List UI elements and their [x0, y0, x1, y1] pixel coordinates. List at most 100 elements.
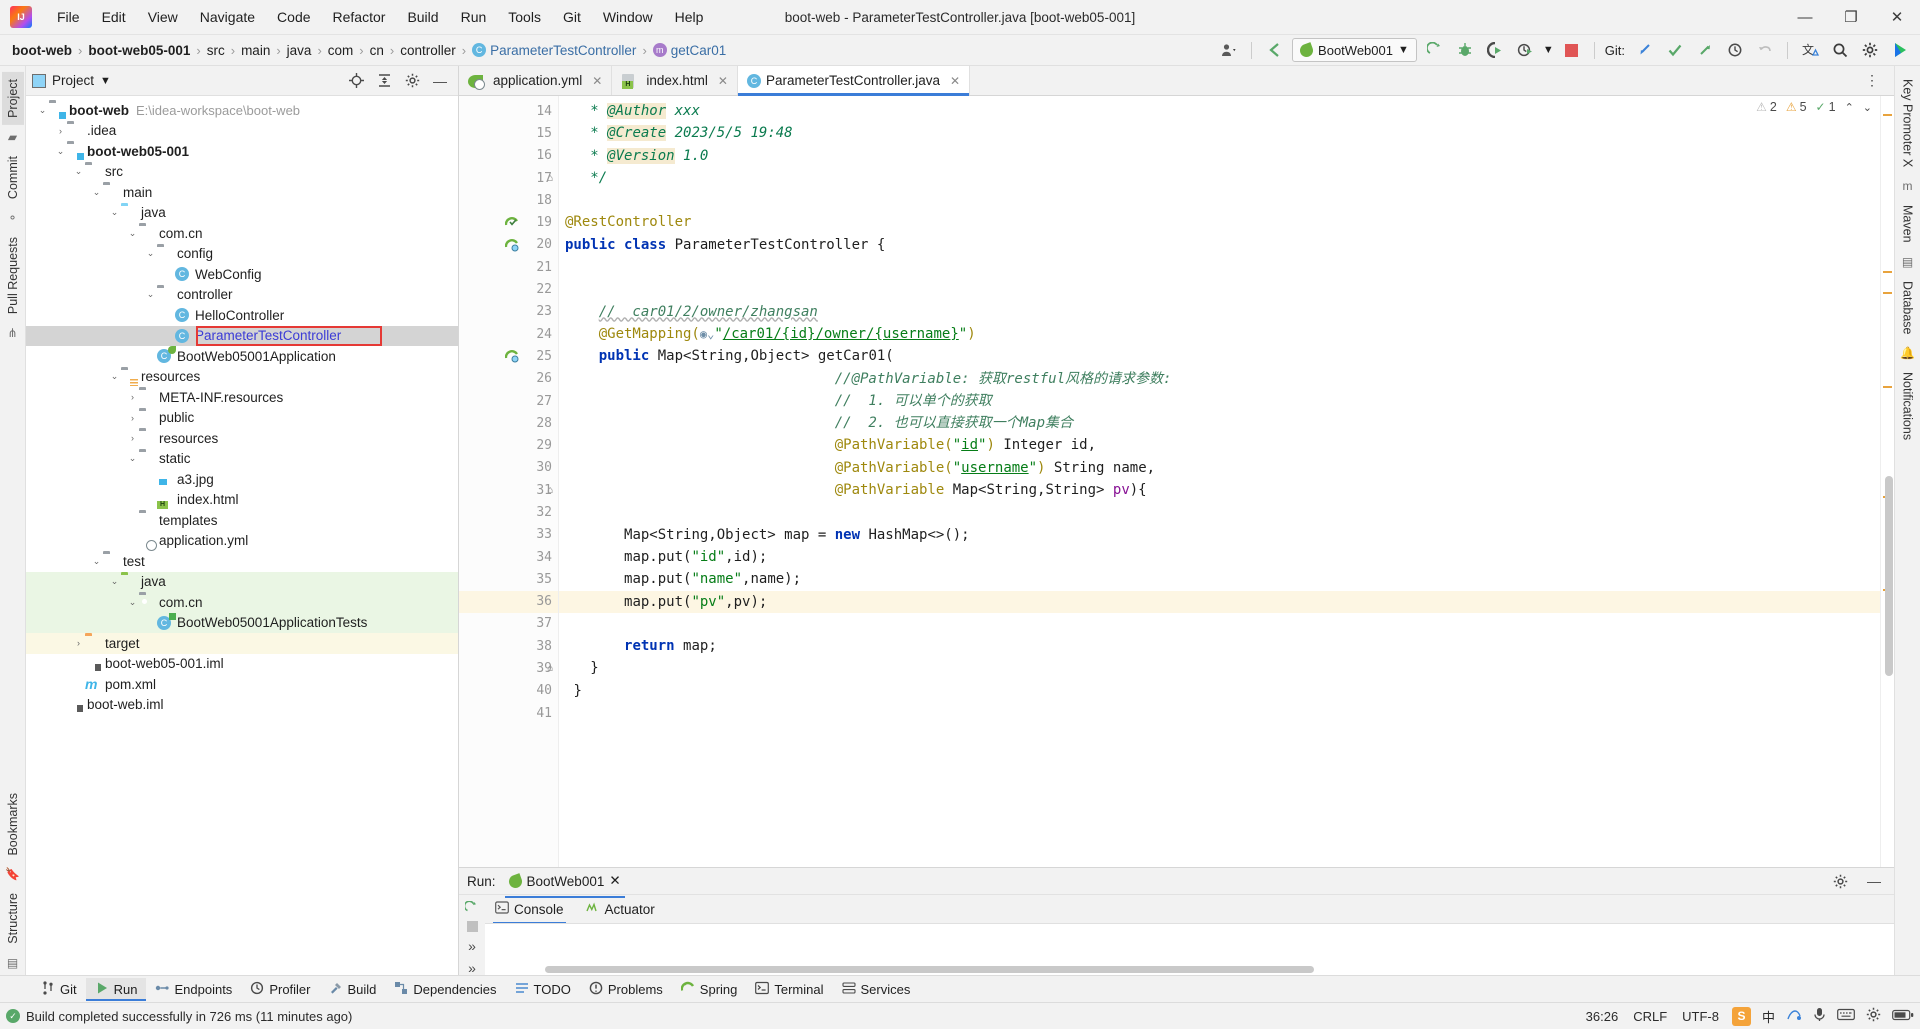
tree-node[interactable]: a3.jpg — [26, 469, 458, 490]
sidebar-item-pull-requests[interactable]: Pull Requests — [2, 230, 24, 321]
sidebar-item-key-promoter-x[interactable]: Key Promoter X — [1897, 72, 1919, 174]
run-config-tab[interactable]: BootWeb001 ✕ — [504, 870, 625, 898]
chevron-down-icon[interactable]: ▼ — [100, 75, 111, 87]
gutter-line[interactable]: 26 — [459, 368, 558, 390]
gutter-line[interactable]: 20 — [459, 234, 558, 256]
sidebar-item-project[interactable]: Project — [1, 72, 24, 125]
code-line[interactable]: * @Author xxx — [559, 100, 1880, 122]
tree-node[interactable]: › resources — [26, 428, 458, 449]
bottom-tool-window-bar[interactable]: Git Run Endpoints Profiler Build Dependencies… — [0, 975, 1920, 1002]
breadcrumb-boot-web[interactable]: boot-web — [8, 41, 76, 60]
tree-expand-arrow[interactable]: ⌄ — [108, 371, 121, 382]
code-line[interactable] — [559, 278, 1880, 300]
console-horizontal-scrollbar[interactable] — [545, 966, 1314, 973]
menu-edit[interactable]: Edit — [91, 5, 137, 29]
translate-icon[interactable]: 文 — [1798, 38, 1822, 62]
code-line[interactable]: // car01/2/owner/zhangsan — [559, 301, 1880, 323]
tree-node[interactable]: C BootWeb05001ApplicationTests — [26, 612, 458, 633]
tab-console[interactable]: Console — [493, 898, 566, 924]
close-icon[interactable]: ✕ — [950, 74, 960, 88]
bottom-tab-dependencies[interactable]: Dependencies — [385, 978, 505, 1001]
expand-icon[interactable]: » — [460, 938, 484, 954]
code-line[interactable]: @PathVariable("username") String name, — [559, 457, 1880, 479]
menu-build[interactable]: Build — [396, 5, 449, 29]
breadcrumb[interactable]: boot-web › boot-web05-001 › src › main ›… — [8, 41, 730, 60]
tree-node[interactable]: C WebConfig — [26, 264, 458, 285]
tree-expand-arrow[interactable]: › — [72, 638, 85, 648]
editor-code-content[interactable]: * @Author xxx * @Create 2023/5/5 19:48 *… — [559, 96, 1880, 867]
gutter-line[interactable]: 35 — [459, 568, 558, 590]
tree-expand-arrow[interactable]: ⌄ — [54, 146, 67, 157]
chevron-down-icon[interactable]: ▼ — [1543, 44, 1554, 56]
tree-node[interactable]: ⌄ boot-web05-001 — [26, 141, 458, 162]
tree-expand-arrow[interactable]: ⌄ — [126, 597, 139, 608]
gutter-line[interactable]: 28 — [459, 412, 558, 434]
code-line[interactable]: */ — [559, 167, 1880, 189]
sidebar-item-notifications[interactable]: Notifications — [1897, 365, 1919, 447]
folder-icon[interactable]: ▰ — [8, 125, 17, 149]
close-icon[interactable]: ✕ — [609, 873, 620, 889]
breadcrumb-java[interactable]: java — [283, 41, 316, 60]
breadcrumb-controller[interactable]: controller — [396, 41, 460, 60]
gutter-line[interactable]: 18 — [459, 189, 558, 211]
tab-parameter-test-controller[interactable]: C ParameterTestController.java ✕ — [737, 66, 971, 96]
console-output[interactable] — [485, 923, 1894, 975]
code-fold-icon[interactable]: ⌂ — [547, 663, 553, 674]
sidebar-item-bookmarks[interactable]: Bookmarks — [2, 786, 24, 863]
tree-node[interactable]: ⌄ test — [26, 551, 458, 572]
tree-expand-arrow[interactable]: › — [126, 433, 139, 443]
more-options-icon[interactable]: ⋮ — [1860, 69, 1884, 93]
gutter-line[interactable]: ⌂ 31 — [459, 479, 558, 501]
tab-application-yml[interactable]: application.yml ✕ — [459, 66, 613, 95]
tree-node[interactable]: ⌄ com.cn — [26, 223, 458, 244]
menu-window[interactable]: Window — [592, 5, 664, 29]
code-editor[interactable]: 14 15 16 ⌂ 17 18 19 20 21 22 23 24 25 26 27 28 29 30 ⌂ 31 32… — [459, 96, 1894, 867]
tree-node[interactable]: ⌄ config — [26, 244, 458, 265]
locate-icon[interactable] — [344, 69, 368, 93]
menu-file[interactable]: File — [46, 5, 91, 29]
code-line[interactable] — [559, 613, 1880, 635]
maven-icon[interactable]: m — [1903, 174, 1913, 198]
code-line[interactable]: // 1. 可以单个的获取 — [559, 390, 1880, 412]
bottom-tab-endpoints[interactable]: Endpoints — [146, 978, 241, 1001]
gutter-line[interactable]: 25 — [459, 345, 558, 367]
gutter-line[interactable]: ⌂ 17 — [459, 167, 558, 189]
tree-node[interactable]: C BootWeb05001Application — [26, 346, 458, 367]
notifications-icon[interactable]: 🔔 — [1900, 341, 1915, 365]
bottom-tab-terminal[interactable]: Terminal — [746, 978, 832, 1001]
spring-bean-icon[interactable] — [504, 216, 519, 230]
code-fold-icon[interactable]: ⌂ — [547, 485, 553, 496]
commit-icon[interactable]: ⚬ — [7, 206, 17, 230]
gutter-line[interactable]: 30 — [459, 457, 558, 479]
tree-node[interactable]: › public — [26, 408, 458, 429]
tree-node[interactable]: ⌄ controller — [26, 285, 458, 306]
user-profile-icon[interactable] — [1217, 38, 1241, 62]
tree-expand-arrow[interactable]: ⌄ — [72, 166, 85, 177]
code-line[interactable]: //@PathVariable: 获取restful风格的请求参数: — [559, 368, 1880, 390]
tree-node[interactable]: application.yml — [26, 531, 458, 552]
sidebar-item-maven[interactable]: Maven — [1897, 198, 1919, 250]
gutter-line[interactable]: 41 — [459, 702, 558, 724]
tree-node[interactable]: boot-web.iml — [26, 695, 458, 716]
code-line[interactable] — [559, 501, 1880, 523]
close-icon[interactable]: ✕ — [592, 74, 602, 88]
sidebar-item-commit[interactable]: Commit — [2, 149, 24, 206]
bookmark-icon[interactable]: 🔖 — [5, 862, 20, 886]
code-line[interactable]: @RestController — [559, 211, 1880, 233]
microphone-icon[interactable] — [1813, 1007, 1826, 1025]
editor-scrollbar-thumb[interactable] — [1885, 476, 1893, 676]
project-file-tree[interactable]: ⌄ boot-web E:\idea-workspace\boot-web › .ide… — [26, 96, 458, 975]
menu-help[interactable]: Help — [664, 5, 715, 29]
tree-node[interactable]: › META-INF.resources — [26, 387, 458, 408]
code-line[interactable] — [559, 702, 1880, 724]
code-line[interactable]: * @Create 2023/5/5 19:48 — [559, 122, 1880, 144]
hide-panel-icon[interactable]: — — [1862, 869, 1886, 893]
gutter-line[interactable]: 14 — [459, 100, 558, 122]
code-line[interactable]: map.put("id",id); — [559, 546, 1880, 568]
sidebar-item-database[interactable]: Database — [1897, 274, 1919, 342]
keyboard-icon[interactable] — [1837, 1008, 1855, 1024]
menu-view[interactable]: View — [137, 5, 189, 29]
pinyin-icon[interactable] — [1786, 1008, 1802, 1025]
bottom-tab-build[interactable]: Build — [320, 978, 386, 1001]
search-everywhere-icon[interactable] — [1828, 38, 1852, 62]
